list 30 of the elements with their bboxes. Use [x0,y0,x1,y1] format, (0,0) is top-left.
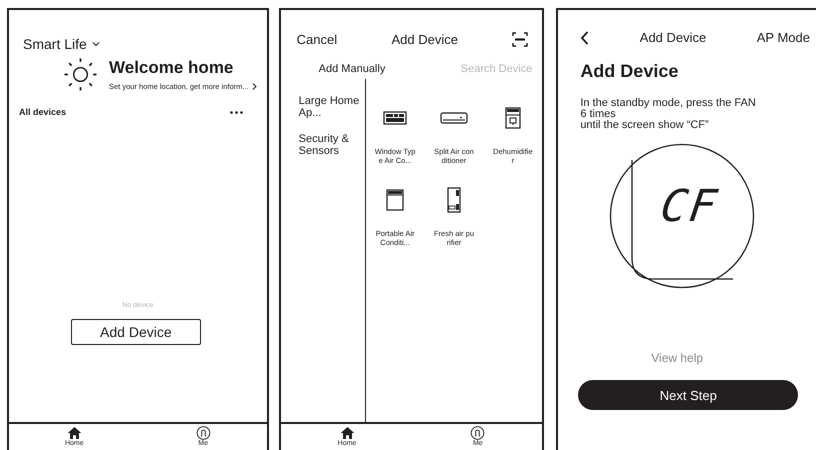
mode-label[interactable]: AP Mode [756,30,810,45]
home-title: Smart Life [23,36,87,52]
air-purifier-icon [446,187,461,213]
section-title: All devices [19,107,66,117]
next-step-button[interactable]: Next Step [578,380,798,410]
cancel-button[interactable]: Cancel [296,32,338,47]
split-air-conditioner-icon [440,111,468,125]
welcome-title: Welcome home [109,58,234,78]
screen-title: Add Device [640,30,706,45]
chevron-right-icon[interactable] [252,83,257,90]
chevron-down-icon[interactable] [92,41,100,47]
home-icon [66,426,82,440]
category-item[interactable]: Large Home Ap... [298,95,361,119]
portable-air-conditioner-icon [386,189,404,211]
user-icon [196,426,211,440]
back-icon[interactable] [580,30,590,44]
add-device-button[interactable]: Add Device [70,319,201,345]
page-heading: Add Device [580,61,680,82]
screen-title: Add Device [391,32,458,47]
sun-icon [64,58,97,91]
user-icon [470,426,486,440]
more-icon[interactable] [230,110,243,114]
home-icon [340,426,354,440]
display-reading: CF [658,181,722,232]
tab[interactable]: Add Manually [318,63,386,75]
dehumidifier-icon [504,107,521,129]
scan-icon[interactable] [512,32,528,47]
window-air-conditioner-icon [383,110,408,126]
category-item[interactable]: Security & Sensors [298,133,361,157]
instruction-text: In the standby mode, press the FAN 6 times until the screen show “CF” [580,98,757,131]
